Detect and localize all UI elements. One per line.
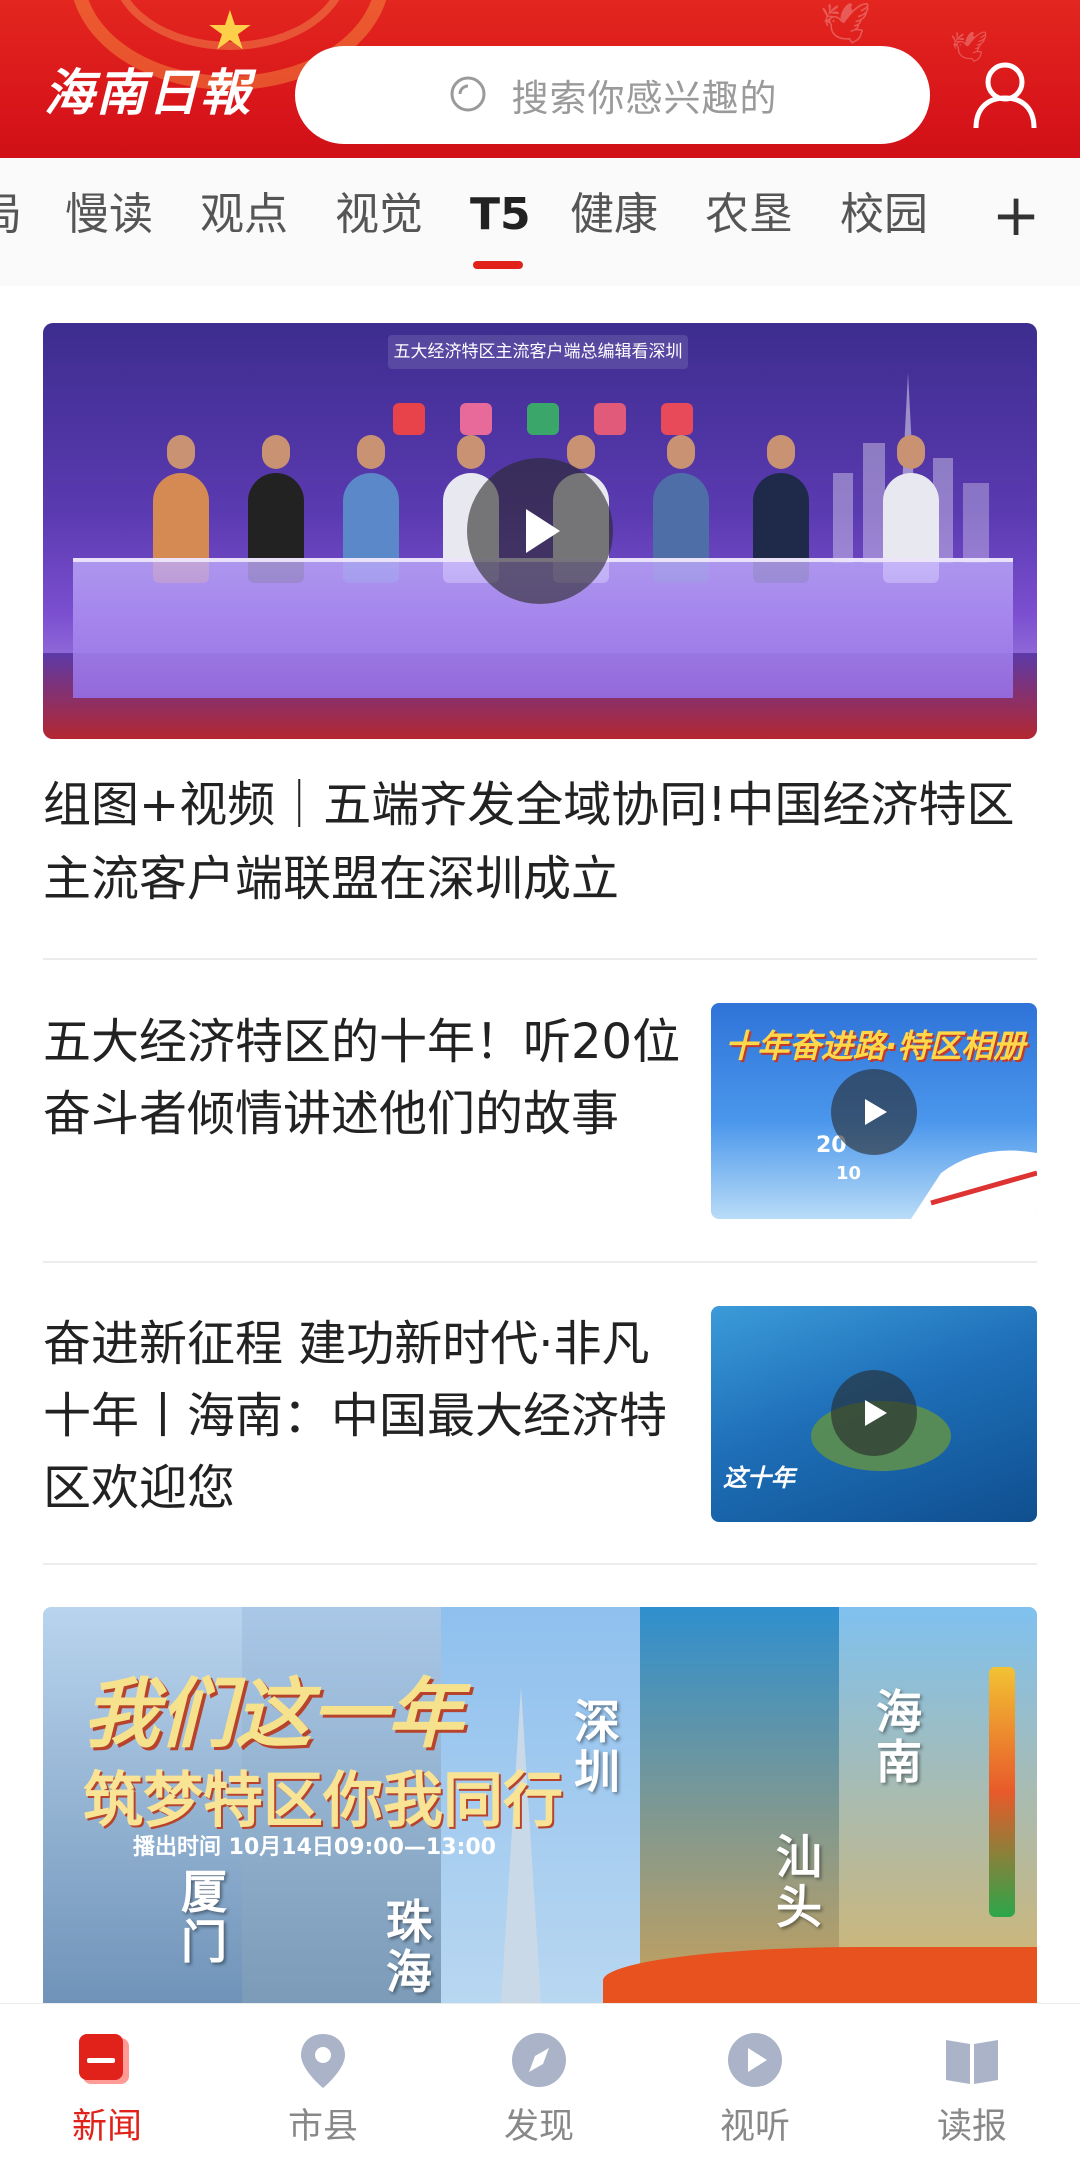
thumbnail-title: 十年奋进路·特区相册 [725, 1027, 1026, 1065]
tab-t5[interactable]: T5 [470, 180, 531, 250]
event-banner[interactable]: 我们这一年 筑梦特区你我同行 播出时间 10月14日09:00—13:00 厦门… [43, 1607, 1037, 2003]
nav-item-video[interactable]: 视听 [685, 2030, 825, 2150]
search-placeholder: 搜索你感兴趣的 [511, 77, 778, 120]
divider [43, 1261, 1037, 1263]
book-icon [946, 2040, 998, 2084]
nav-item-city-county[interactable]: 市县 [253, 2030, 393, 2150]
banner-subtitle: 筑梦特区你我同行 [83, 1766, 563, 1836]
add-channel-button[interactable]: + [990, 183, 1042, 253]
star-icon: ★ [205, 0, 255, 62]
news-item-thumbnail[interactable]: 十年奋进路·特区相册 20 10 [711, 1003, 1037, 1219]
location-pin-icon [301, 2034, 345, 2088]
nav-label: 读报 [936, 2107, 1007, 2147]
divider [43, 1563, 1037, 1565]
badge-icon [393, 403, 425, 435]
feature-video-thumbnail[interactable]: 五大经济特区主流客户端总编辑看深圳 [43, 323, 1037, 739]
banner-broadcast-time: 播出时间 10月14日09:00—13:00 [133, 1835, 496, 1860]
nav-label: 发现 [503, 2107, 574, 2147]
active-tab-indicator [473, 261, 523, 269]
bottom-navigation: 新闻 市县 发现 视听 读报 [0, 2003, 1080, 2170]
media-badges [393, 403, 693, 439]
divider [43, 958, 1037, 960]
city-label-shantou: 汕头 [776, 1830, 822, 1934]
search-icon [450, 76, 485, 112]
tab-xiaoyuan[interactable]: 校园 [840, 180, 928, 250]
train-graphic [911, 1150, 1037, 1219]
nav-label: 视听 [719, 2107, 790, 2147]
city-label-xiamen: 厦门 [181, 1865, 227, 1969]
dove-icon: 🕊 [820, 1, 871, 47]
play-video-icon [728, 2033, 782, 2087]
play-button-icon[interactable] [831, 1370, 917, 1456]
feature-image-banner: 五大经济特区主流客户端总编辑看深圳 [388, 335, 688, 369]
news-item-thumbnail[interactable]: 这十年 [711, 1306, 1037, 1522]
nav-item-discover[interactable]: 发现 [469, 2030, 609, 2150]
badge-icon [594, 403, 626, 435]
badge-icon [527, 403, 559, 435]
city-label-zhuhai: 珠海 [386, 1895, 432, 1999]
app-header: ★ 🕊 🕊 海南日報 搜索你感兴趣的 [0, 0, 1080, 158]
app-logo[interactable]: 海南日報 [44, 58, 254, 128]
thumbnail-number: 10 [836, 1163, 862, 1184]
thumbnail-title: 这十年 [723, 1464, 795, 1492]
tab-mandu[interactable]: 慢读 [65, 180, 153, 250]
category-tabs: 局 慢读 观点 视觉 T5 健康 农垦 校园 + [0, 158, 1080, 286]
user-profile-icon[interactable] [970, 58, 1040, 130]
badge-icon [661, 403, 693, 435]
play-button-icon[interactable] [467, 458, 613, 604]
nav-item-news[interactable]: 新闻 [37, 2030, 177, 2150]
compass-icon [512, 2033, 566, 2087]
feature-headline[interactable]: 组图+视频｜五端齐发全域协同!中国经济特区主流客户端联盟在深圳成立 [43, 768, 1033, 916]
nav-item-read-paper[interactable]: 读报 [902, 2030, 1042, 2150]
city-label-hainan: 海南 [876, 1685, 922, 1789]
news-item-title[interactable]: 五大经济特区的十年！听20位奋斗者倾情讲述他们的故事 [43, 1006, 683, 1150]
tab-ju[interactable]: 局 [0, 180, 22, 250]
play-button-icon[interactable] [831, 1069, 917, 1155]
news-icon [79, 2034, 129, 2084]
badge-icon [460, 403, 492, 435]
city-panel-hainan [839, 1607, 1037, 2003]
search-bar[interactable]: 搜索你感兴趣的 [295, 46, 930, 144]
tab-nongken[interactable]: 农垦 [705, 180, 793, 250]
tab-shijue[interactable]: 视觉 [335, 180, 423, 250]
city-label-shenzhen: 深圳 [574, 1695, 620, 1799]
city-panel-shantou [640, 1607, 839, 2003]
news-item-title[interactable]: 奋进新征程 建功新时代·非凡十年丨海南：中国最大经济特区欢迎您 [43, 1308, 683, 1524]
tab-guandian[interactable]: 观点 [200, 180, 288, 250]
nav-label: 市县 [287, 2107, 358, 2147]
tab-jiankang[interactable]: 健康 [570, 180, 658, 250]
nav-label: 新闻 [71, 2107, 142, 2147]
banner-title: 我们这一年 [83, 1669, 463, 1758]
